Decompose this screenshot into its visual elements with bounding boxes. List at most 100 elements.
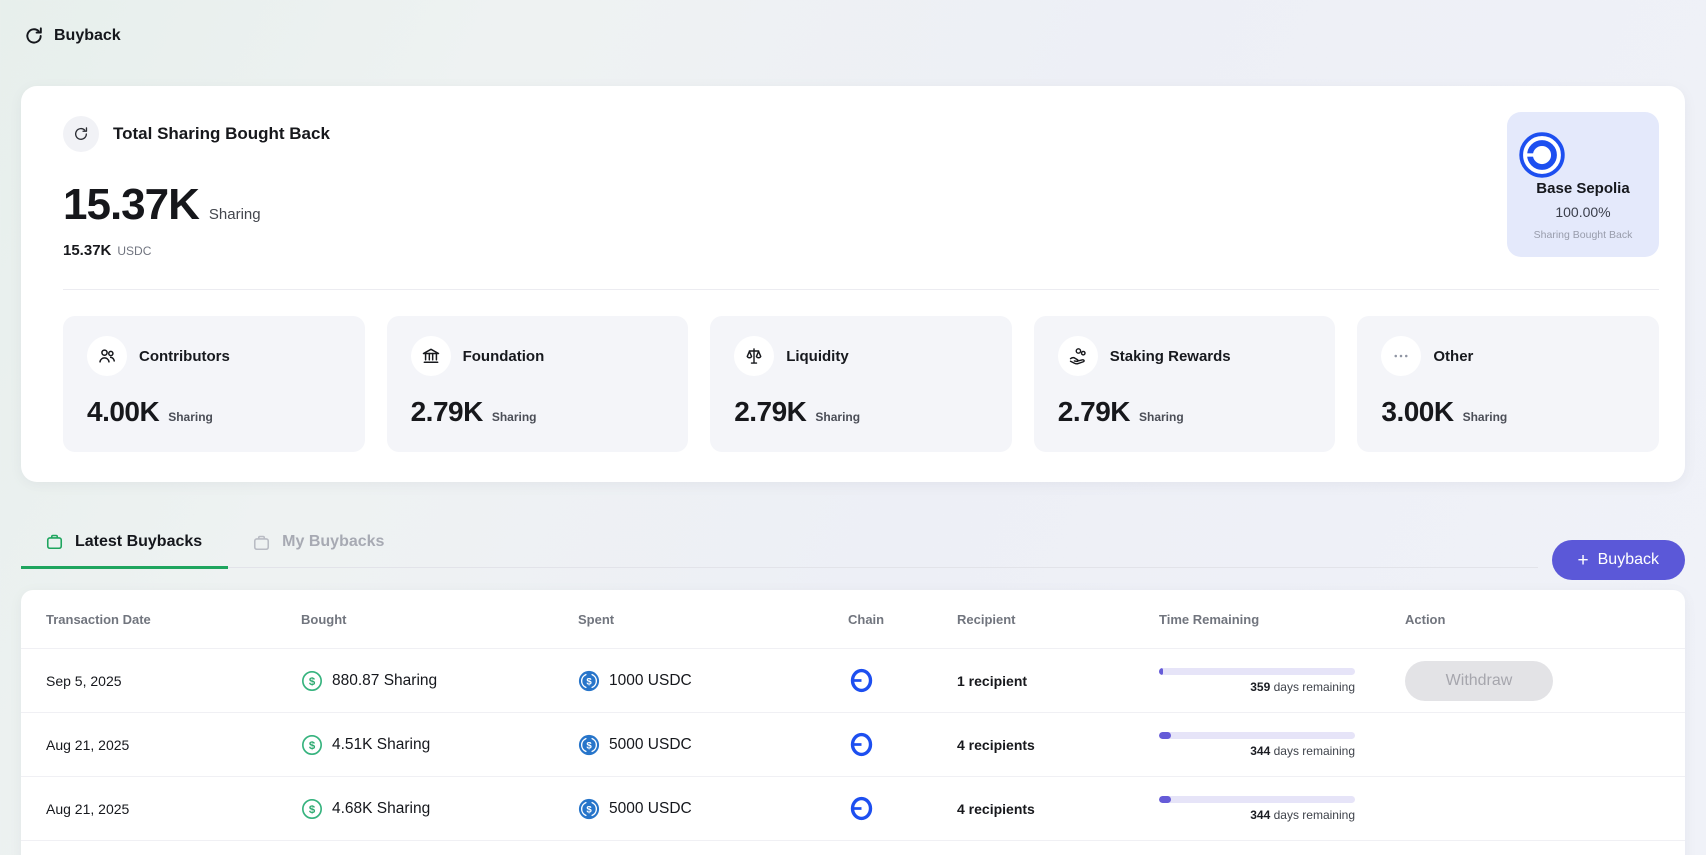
stat-value: 3.00K [1381, 396, 1454, 427]
cell-bought: $ 880.87 Sharing [301, 670, 578, 692]
total-sharing-value: 15.37K [63, 180, 200, 229]
progress-fill [1159, 667, 1163, 675]
cell-bought: $ 4.51K Sharing [301, 734, 578, 756]
tab-my-buybacks[interactable]: My Buybacks [228, 522, 410, 567]
wallet-icon [254, 535, 270, 550]
cell-action: Withdraw [1405, 660, 1685, 701]
ellipsis-icon [1381, 336, 1422, 376]
progress-track [1159, 731, 1355, 739]
total-buyback-card: Total Sharing Bought Back 15.37K Sharing… [21, 86, 1685, 482]
svg-text:$: $ [309, 676, 316, 688]
refresh-icon [24, 26, 44, 46]
stat-card-contributors: Contributors 4.00K Sharing [63, 316, 365, 452]
cell-recipient: 1 recipient [957, 672, 1028, 689]
progress-track [1159, 795, 1355, 803]
base-chain-icon [850, 668, 873, 693]
svg-text:$: $ [586, 740, 592, 751]
base-chain-icon [850, 796, 873, 821]
stat-card-other: Other 3.00K Sharing [1357, 316, 1659, 452]
chain-percent: 100.00% [1555, 204, 1611, 220]
svg-text:$: $ [309, 740, 316, 752]
svg-text:$: $ [586, 804, 592, 815]
base-chain-icon [850, 732, 873, 757]
cell-chain [848, 731, 957, 758]
total-usdc-unit: USDC [117, 244, 152, 258]
stat-label: Liquidity [786, 347, 849, 365]
cell-spent: $ 1000 USDC [578, 670, 848, 692]
col-bought: Bought [301, 611, 347, 627]
tab-latest-buybacks[interactable]: Latest Buybacks [21, 522, 229, 569]
stat-label: Staking Rewards [1109, 347, 1231, 365]
days-remaining-label: 359 days remaining [1250, 679, 1355, 694]
total-usdc-value: 15.37K [63, 242, 112, 259]
col-transaction-date: Transaction Date [46, 611, 151, 627]
table-row: Aug 21, 2025 $ 4.68K Sharing $ 5000 USDC… [21, 776, 1685, 840]
usdc-icon: $ [578, 670, 600, 691]
usdc-icon: $ [578, 798, 600, 819]
cell-date: Aug 21, 2025 [46, 736, 130, 753]
wallet-icon [46, 534, 63, 550]
col-chain: Chain [848, 611, 885, 627]
cell-spent: $ 5000 USDC [578, 734, 848, 756]
page-title: Buyback [54, 27, 121, 44]
svg-text:$: $ [309, 804, 316, 816]
total-sharing-unit: Sharing [208, 206, 261, 223]
stat-card-foundation: Foundation 2.79K Sharing [386, 316, 689, 452]
time-remaining-cell: 344 days remaining [1159, 795, 1355, 822]
usdc-icon: $ [578, 734, 600, 755]
progress-fill [1159, 795, 1171, 803]
cell-spent: $ 5000 USDC [578, 798, 848, 820]
chain-name: Base Sepolia [1536, 180, 1630, 197]
svg-text:$: $ [586, 676, 592, 687]
cell-recipient: 4 recipients [957, 800, 1035, 817]
stat-card-liquidity: Liquidity 2.79K Sharing [710, 316, 1012, 452]
people-icon [87, 336, 127, 376]
withdraw-button[interactable]: Withdraw [1405, 660, 1553, 701]
cell-recipient: 4 recipients [957, 736, 1035, 753]
col-action: Action [1405, 611, 1446, 627]
chain-summary-chip: Base Sepolia 100.00% Sharing Bought Back [1507, 112, 1659, 257]
table-row: Aug 21, 2025 $ 4.51K Sharing $ 5000 USDC… [21, 712, 1685, 776]
col-spent: Spent [578, 611, 615, 627]
stat-label: Contributors [139, 347, 230, 365]
stat-unit: Sharing [1139, 410, 1184, 424]
scales-icon [734, 336, 775, 376]
cell-date: Aug 21, 2025 [46, 800, 130, 817]
plus-icon: + [1577, 549, 1589, 571]
stat-unit: Sharing [491, 410, 537, 424]
days-remaining-label: 344 days remaining [1250, 743, 1355, 758]
buybacks-table: Transaction Date Bought Spent Chain Reci… [21, 590, 1685, 855]
cell-chain [848, 795, 957, 822]
chain-caption: Sharing Bought Back [1533, 229, 1633, 241]
tabs-bar: Latest Buybacks My Buybacks + Buyback [21, 522, 1685, 580]
col-time-remaining: Time Remaining [1159, 611, 1260, 627]
tab-label: Latest Buybacks [75, 532, 203, 550]
dollar-circle-icon: $ [302, 734, 322, 755]
cell-date: Sep 5, 2025 [46, 672, 122, 689]
stat-unit: Sharing [815, 410, 861, 424]
breakdown-row: Contributors 4.00K Sharing Foundation 2.… [63, 316, 1659, 452]
progress-track [1159, 667, 1355, 675]
stat-value: 2.79K [410, 396, 484, 427]
stat-unit: Sharing [1462, 410, 1508, 424]
table-row-partial [21, 840, 1685, 855]
col-recipient: Recipient [957, 611, 1016, 627]
stat-card-staking-rewards: Staking Rewards 2.79K Sharing [1033, 316, 1336, 452]
stat-value: 4.00K [87, 396, 160, 427]
cell-bought: $ 4.68K Sharing [301, 798, 578, 820]
dollar-circle-icon: $ [302, 670, 322, 691]
buyback-button-label: Buyback [1597, 551, 1659, 568]
new-buyback-button[interactable]: + Buyback [1551, 540, 1685, 580]
table-header-row: Transaction Date Bought Spent Chain Reci… [21, 590, 1685, 648]
cell-chain [848, 667, 957, 694]
summary-divider [63, 289, 1659, 290]
table-row: Sep 5, 2025 $ 880.87 Sharing $ 1000 USDC… [21, 648, 1685, 712]
stat-unit: Sharing [168, 410, 213, 424]
tab-label: My Buybacks [282, 533, 385, 550]
time-remaining-cell: 344 days remaining [1159, 731, 1355, 758]
tabs-row: Latest Buybacks My Buybacks [21, 522, 1538, 569]
base-sepolia-logo-icon [1517, 130, 1649, 180]
days-remaining-label: 344 days remaining [1250, 807, 1355, 822]
stat-value: 2.79K [1057, 396, 1131, 427]
bank-icon [410, 336, 451, 376]
